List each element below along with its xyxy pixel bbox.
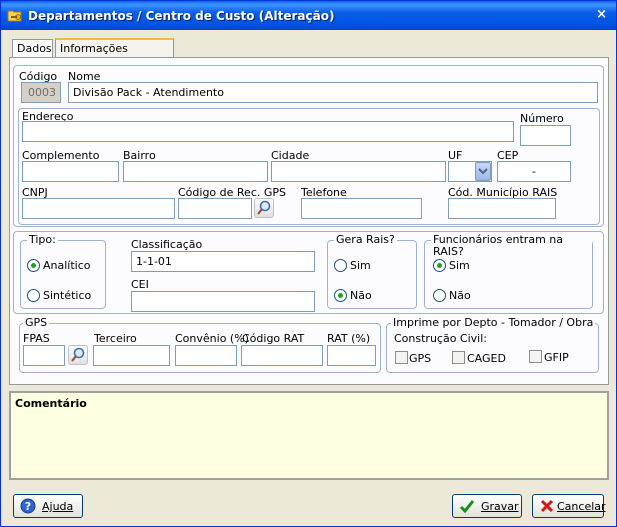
gravar-button[interactable]: Gravar [452,494,522,518]
imprime-gps-label[interactable]: GPS [409,352,431,365]
cei-field[interactable] [131,291,315,312]
gera-rais-legend: Gera Rais? [334,233,397,246]
svg-text:?: ? [25,500,31,513]
cancelar-label: Cancelar [557,500,606,513]
imprime-sublabel: Construção Civil: [394,332,488,345]
uf-dropdown-button[interactable] [475,162,491,181]
gps-legend: GPS [23,316,50,329]
help-icon: ? [20,498,36,514]
imprime-group: Imprime por Depto - Tomador / Obra Const… [386,317,599,373]
numero-field[interactable] [520,125,571,146]
telefone-field[interactable] [301,198,422,219]
tab-panel: Código 0003 Nome Divisão Pack - Atendime… [9,57,609,385]
funcionarios-rais-sim-label[interactable]: Sim [449,259,470,272]
imprime-caged-label[interactable]: CAGED [467,352,506,365]
nome-field[interactable]: Divisão Pack - Atendimento [68,82,598,103]
funcionarios-rais-legend: Funcionários entram na RAIS? [431,234,592,258]
codigo-rat-field[interactable] [241,345,323,366]
gera-rais-sim-radio[interactable] [334,259,347,272]
comentario-box[interactable]: Comentário [9,391,609,480]
tipo-sintetico-label[interactable]: Sintético [43,289,91,302]
ajuda-button[interactable]: ? Ajuda [13,494,83,518]
funcionarios-rais-nao-radio[interactable] [433,289,446,302]
identification-group: Código 0003 Nome Divisão Pack - Atendime… [13,65,604,227]
terceiro-label: Terceiro [94,332,137,345]
tipo-analitico-label[interactable]: Analítico [43,259,91,272]
endereco-field[interactable] [22,121,514,142]
cancel-x-icon [540,499,554,513]
cancelar-button[interactable]: Cancelar [532,494,606,518]
gera-rais-group: Gera Rais? Sim Não [327,234,417,309]
cep-field[interactable]: - [497,161,571,182]
window-title: Departamentos / Centro de Custo (Alteraç… [28,9,335,23]
cei-label: CEI [131,278,149,291]
codrec-search-button[interactable] [254,198,274,218]
search-icon [71,347,85,362]
title-bar[interactable]: Departamentos / Centro de Custo (Alteraç… [1,1,616,30]
tipo-legend: Tipo: [27,233,58,246]
tipo-analitico-radio[interactable] [27,259,40,272]
folder-key-icon [7,10,22,22]
gera-rais-nao-label[interactable]: Não [350,289,372,302]
tipo-sintetico-radio[interactable] [27,289,40,302]
gps-group: GPS FPAS Terceiro Convênio (%) Código RA… [19,317,381,373]
imprime-gfip-checkbox[interactable] [529,350,542,363]
funcionarios-rais-sim-radio[interactable] [433,259,446,272]
imprime-gfip-label[interactable]: GFIP [544,351,569,364]
codigo-field: 0003 [21,82,61,103]
terceiro-field[interactable] [93,345,170,366]
funcionarios-rais-nao-label[interactable]: Não [449,289,471,302]
imprime-legend: Imprime por Depto - Tomador / Obra [391,316,596,329]
classificacao-label: Classificação [131,238,203,251]
gravar-label: Gravar [481,500,519,513]
codigo-rat-label: Código RAT [242,332,305,345]
complemento-field[interactable] [22,161,119,182]
rat-label: RAT (%) [327,332,371,345]
dialog-window: Departamentos / Centro de Custo (Alteraç… [0,0,617,527]
chevron-down-icon [478,168,488,175]
bairro-field[interactable] [123,161,268,182]
tab-dados[interactable]: Dados [12,39,53,57]
codrec-gps-field[interactable] [178,198,252,219]
cidade-field[interactable] [271,161,446,182]
rat-field[interactable] [327,345,376,366]
fpas-search-button[interactable] [68,345,88,365]
tipo-group: Tipo: Analítico Sintético [20,234,106,309]
address-group: Endereço Número Complemento Bairro Cidad… [18,108,600,225]
imprime-caged-checkbox[interactable] [452,351,465,364]
codmun-rais-field[interactable] [448,198,556,219]
convenio-label: Convênio (%) [175,332,249,345]
gera-rais-sim-label[interactable]: Sim [350,259,371,272]
classification-group: Tipo: Analítico Sintético Classificação … [13,231,604,314]
imprime-gps-checkbox[interactable] [395,351,408,364]
comentario-label: Comentário [15,397,87,410]
convenio-field[interactable] [175,345,237,366]
gera-rais-nao-radio[interactable] [334,289,347,302]
checkmark-icon [459,500,475,514]
fpas-label: FPAS [23,332,50,345]
numero-label: Número [520,112,564,125]
fpas-field[interactable] [23,345,65,366]
classificacao-field[interactable]: 1-1-01 [131,251,315,272]
ajuda-label: Ajuda [42,500,74,513]
close-icon[interactable]: × [596,7,607,22]
tab-informacoes-adicionais[interactable]: Informações Adicionais [55,38,174,68]
search-icon [257,200,271,215]
funcionarios-rais-group: Funcionários entram na RAIS? Sim Não [424,234,593,309]
cnpj-field[interactable] [22,198,175,219]
